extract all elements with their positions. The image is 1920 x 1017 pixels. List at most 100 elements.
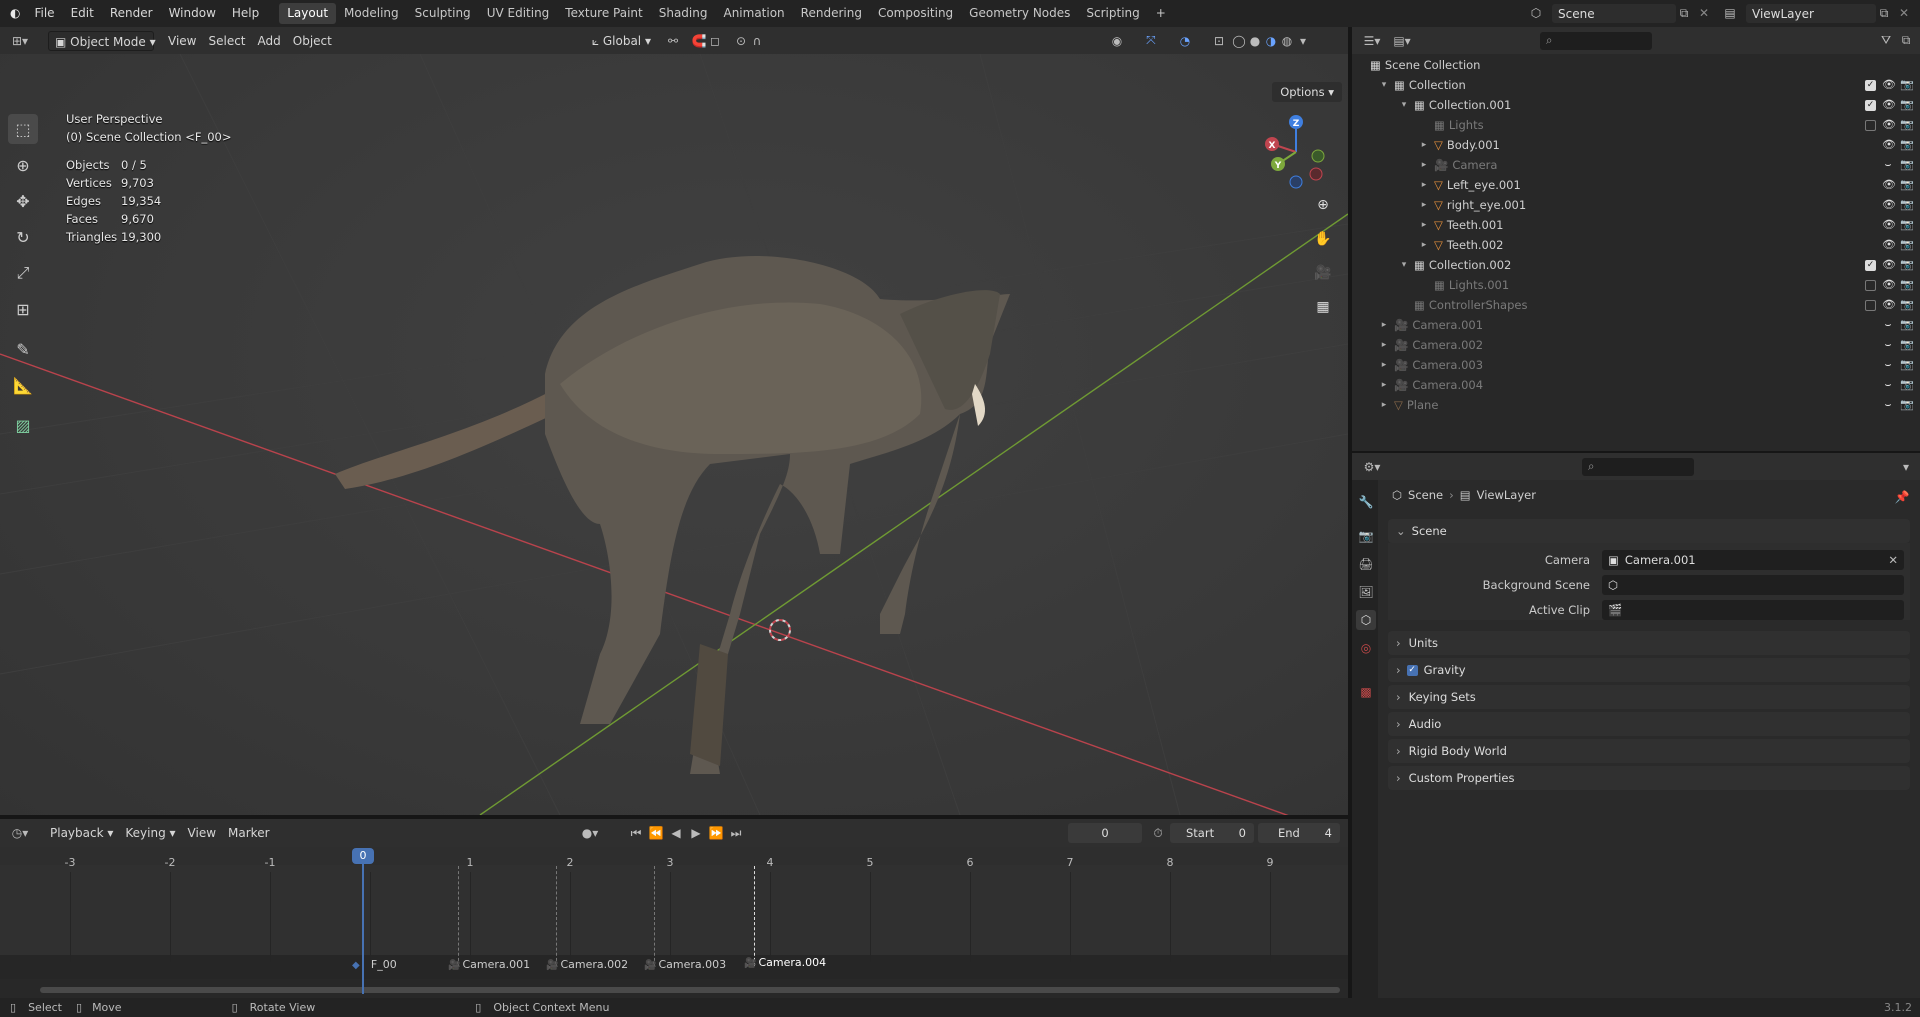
options-chevron-icon[interactable]: ▾	[1898, 459, 1914, 475]
tab-shading[interactable]: Shading	[651, 3, 716, 24]
custom-properties-panel[interactable]: › Custom Properties	[1388, 766, 1910, 790]
camera-view-icon[interactable]: 🎥	[1310, 260, 1336, 286]
outliner-row[interactable]: ▸ ▽ right_eye.001 👁 📷	[1352, 195, 1920, 215]
clear-icon[interactable]: ✕	[1888, 553, 1898, 567]
render-camera-icon[interactable]: 📷	[1900, 319, 1914, 331]
outliner-row[interactable]: ▦ Lights 👁 📷	[1352, 115, 1920, 135]
scene-selector[interactable]: Scene	[1552, 4, 1676, 23]
new-viewlayer-icon[interactable]: ⧉	[1876, 5, 1892, 21]
next-keyframe-icon[interactable]: ⏩	[708, 825, 724, 841]
measure-icon[interactable]: 📐	[8, 370, 38, 400]
tab-layout[interactable]: Layout	[279, 3, 337, 24]
outliner-row[interactable]: ▸ 🎥 Camera.002 ⌣ 📷	[1352, 335, 1920, 355]
timeline-ruler[interactable]	[0, 847, 1348, 865]
clock-icon[interactable]: ⏱	[1150, 825, 1166, 841]
tab-texture-paint[interactable]: Texture Paint	[557, 3, 650, 24]
expand-right-icon[interactable]: ▸	[1418, 220, 1430, 230]
annotate-icon[interactable]: ✎	[8, 334, 38, 364]
playback-menu[interactable]: Playback ▾	[44, 823, 119, 843]
outliner-row[interactable]: ▸ 🎥 Camera ⌣ 📷	[1352, 155, 1920, 175]
expand-right-icon[interactable]: ▸	[1378, 400, 1390, 410]
menu-add[interactable]: Add	[252, 31, 287, 51]
scene-panel-header[interactable]: ⌄ Scene	[1388, 519, 1910, 543]
outliner-search-input[interactable]: ⌕	[1540, 31, 1652, 50]
render-camera-icon[interactable]: 📷	[1900, 359, 1914, 371]
add-cube-icon[interactable]: ▨	[8, 410, 38, 440]
material-shading-icon[interactable]: ◑	[1263, 33, 1279, 49]
render-camera-icon[interactable]: 📷	[1900, 299, 1914, 311]
filter-icon[interactable]: ⛛	[1878, 33, 1894, 49]
outliner-row[interactable]: ▸ ▽ Teeth.001 👁 📷	[1352, 215, 1920, 235]
outliner-row[interactable]: ▸ ▽ Plane ⌣ 📷	[1352, 395, 1920, 415]
render-camera-icon[interactable]: 📷	[1900, 399, 1914, 411]
close-scene-icon[interactable]: ✕	[1696, 5, 1712, 21]
properties-editor-icon[interactable]: ⚙▾	[1358, 459, 1386, 475]
rotate-icon[interactable]: ↻	[8, 222, 38, 252]
transform-icon[interactable]: ⊞	[8, 294, 38, 324]
tab-uv-editing[interactable]: UV Editing	[479, 3, 558, 24]
exclude-checkbox[interactable]	[1865, 279, 1876, 291]
outliner-row[interactable]: ▸ ▽ Left_eye.001 👁 📷	[1352, 175, 1920, 195]
outliner-root[interactable]: ▦ Scene Collection	[1352, 55, 1920, 75]
active-clip-field[interactable]: 🎬	[1602, 600, 1904, 620]
view-layer-tab-icon[interactable]: 🖼	[1356, 582, 1376, 602]
editor-type-icon[interactable]: ⊞▾	[6, 33, 34, 49]
timeline-view-menu[interactable]: View	[182, 823, 222, 843]
menu-edit[interactable]: Edit	[63, 0, 102, 27]
marker-menu[interactable]: Marker	[222, 823, 275, 843]
cursor-icon[interactable]: ⊕	[8, 150, 38, 180]
eye-icon[interactable]: 👁	[1882, 99, 1896, 111]
output-tab-icon[interactable]: 🖨	[1356, 554, 1376, 574]
timeline-marker[interactable]: 🎥 Camera.004	[744, 956, 826, 969]
render-camera-icon[interactable]: 📷	[1900, 99, 1914, 111]
render-camera-icon[interactable]: 📷	[1900, 179, 1914, 191]
mode-dropdown[interactable]: ▣ Object Mode ▾	[48, 30, 156, 51]
expand-right-icon[interactable]: ▸	[1378, 360, 1390, 370]
tab-scripting[interactable]: Scripting	[1078, 3, 1147, 24]
eye-icon[interactable]: 👁	[1882, 239, 1896, 251]
snap-target-icon[interactable]: ◻	[707, 33, 723, 49]
orientation-dropdown[interactable]: ⟀ Global ▾	[586, 31, 657, 51]
rendered-shading-icon[interactable]: ◍	[1279, 33, 1295, 49]
menu-select[interactable]: Select	[202, 31, 251, 51]
expand-down-icon[interactable]: ▾	[1378, 80, 1390, 90]
new-scene-icon[interactable]: ⧉	[1676, 5, 1692, 21]
pin-icon[interactable]: 📌	[1894, 489, 1910, 505]
expand-right-icon[interactable]: ▸	[1378, 340, 1390, 350]
snap-icon[interactable]: 🧲	[691, 33, 707, 49]
expand-right-icon[interactable]: ▸	[1378, 320, 1390, 330]
menu-object[interactable]: Object	[287, 31, 338, 51]
gizmo-toggle-icon[interactable]: ⤧	[1143, 33, 1159, 49]
select-box-icon[interactable]: ⬚	[8, 114, 38, 144]
menu-file[interactable]: File	[26, 0, 62, 27]
viewlayer-icon[interactable]: ▤	[1722, 5, 1738, 21]
tab-rendering[interactable]: Rendering	[793, 3, 870, 24]
eye-closed-icon[interactable]: ⌣	[1882, 399, 1894, 411]
eye-icon[interactable]: 👁	[1882, 119, 1896, 131]
timeline-marker[interactable]: 🎥 Camera.003	[644, 958, 726, 971]
world-tab-icon[interactable]: ◎	[1356, 638, 1376, 658]
move-icon[interactable]: ✥	[8, 186, 38, 216]
eye-closed-icon[interactable]: ⌣	[1882, 359, 1894, 371]
pan-hand-icon[interactable]: ✋	[1310, 226, 1336, 252]
menu-render[interactable]: Render	[102, 0, 161, 27]
expand-down-icon[interactable]: ▾	[1398, 100, 1410, 110]
expand-right-icon[interactable]: ▸	[1378, 380, 1390, 390]
proportional-edit-icon[interactable]: ⊙	[733, 33, 749, 49]
expand-right-icon[interactable]: ▸	[1418, 180, 1430, 190]
overlay-toggle-icon[interactable]: ◔	[1177, 33, 1193, 49]
tab-modeling[interactable]: Modeling	[336, 3, 407, 24]
play-icon[interactable]: ▶	[688, 825, 704, 841]
options-dropdown[interactable]: Options ▾	[1272, 82, 1342, 102]
xray-icon[interactable]: ⊡	[1211, 33, 1227, 49]
eye-closed-icon[interactable]: ⌣	[1882, 339, 1894, 351]
shading-options-icon[interactable]: ▾	[1295, 33, 1311, 49]
render-camera-icon[interactable]: 📷	[1900, 339, 1914, 351]
tab-animation[interactable]: Animation	[715, 3, 792, 24]
display-mode-icon[interactable]: ▤▾	[1393, 33, 1410, 49]
solid-shading-icon[interactable]: ●	[1247, 33, 1263, 49]
outliner-row[interactable]: ▸ 🎥 Camera.003 ⌣ 📷	[1352, 355, 1920, 375]
viewport-canvas[interactable]: ⬚ ⊕ ✥ ↻ ⤢ ⊞ ✎ 📐 ▨ User Perspective (0) S…	[0, 54, 1348, 815]
render-camera-icon[interactable]: 📷	[1900, 239, 1914, 251]
current-frame-indicator[interactable]: 0	[352, 848, 374, 864]
